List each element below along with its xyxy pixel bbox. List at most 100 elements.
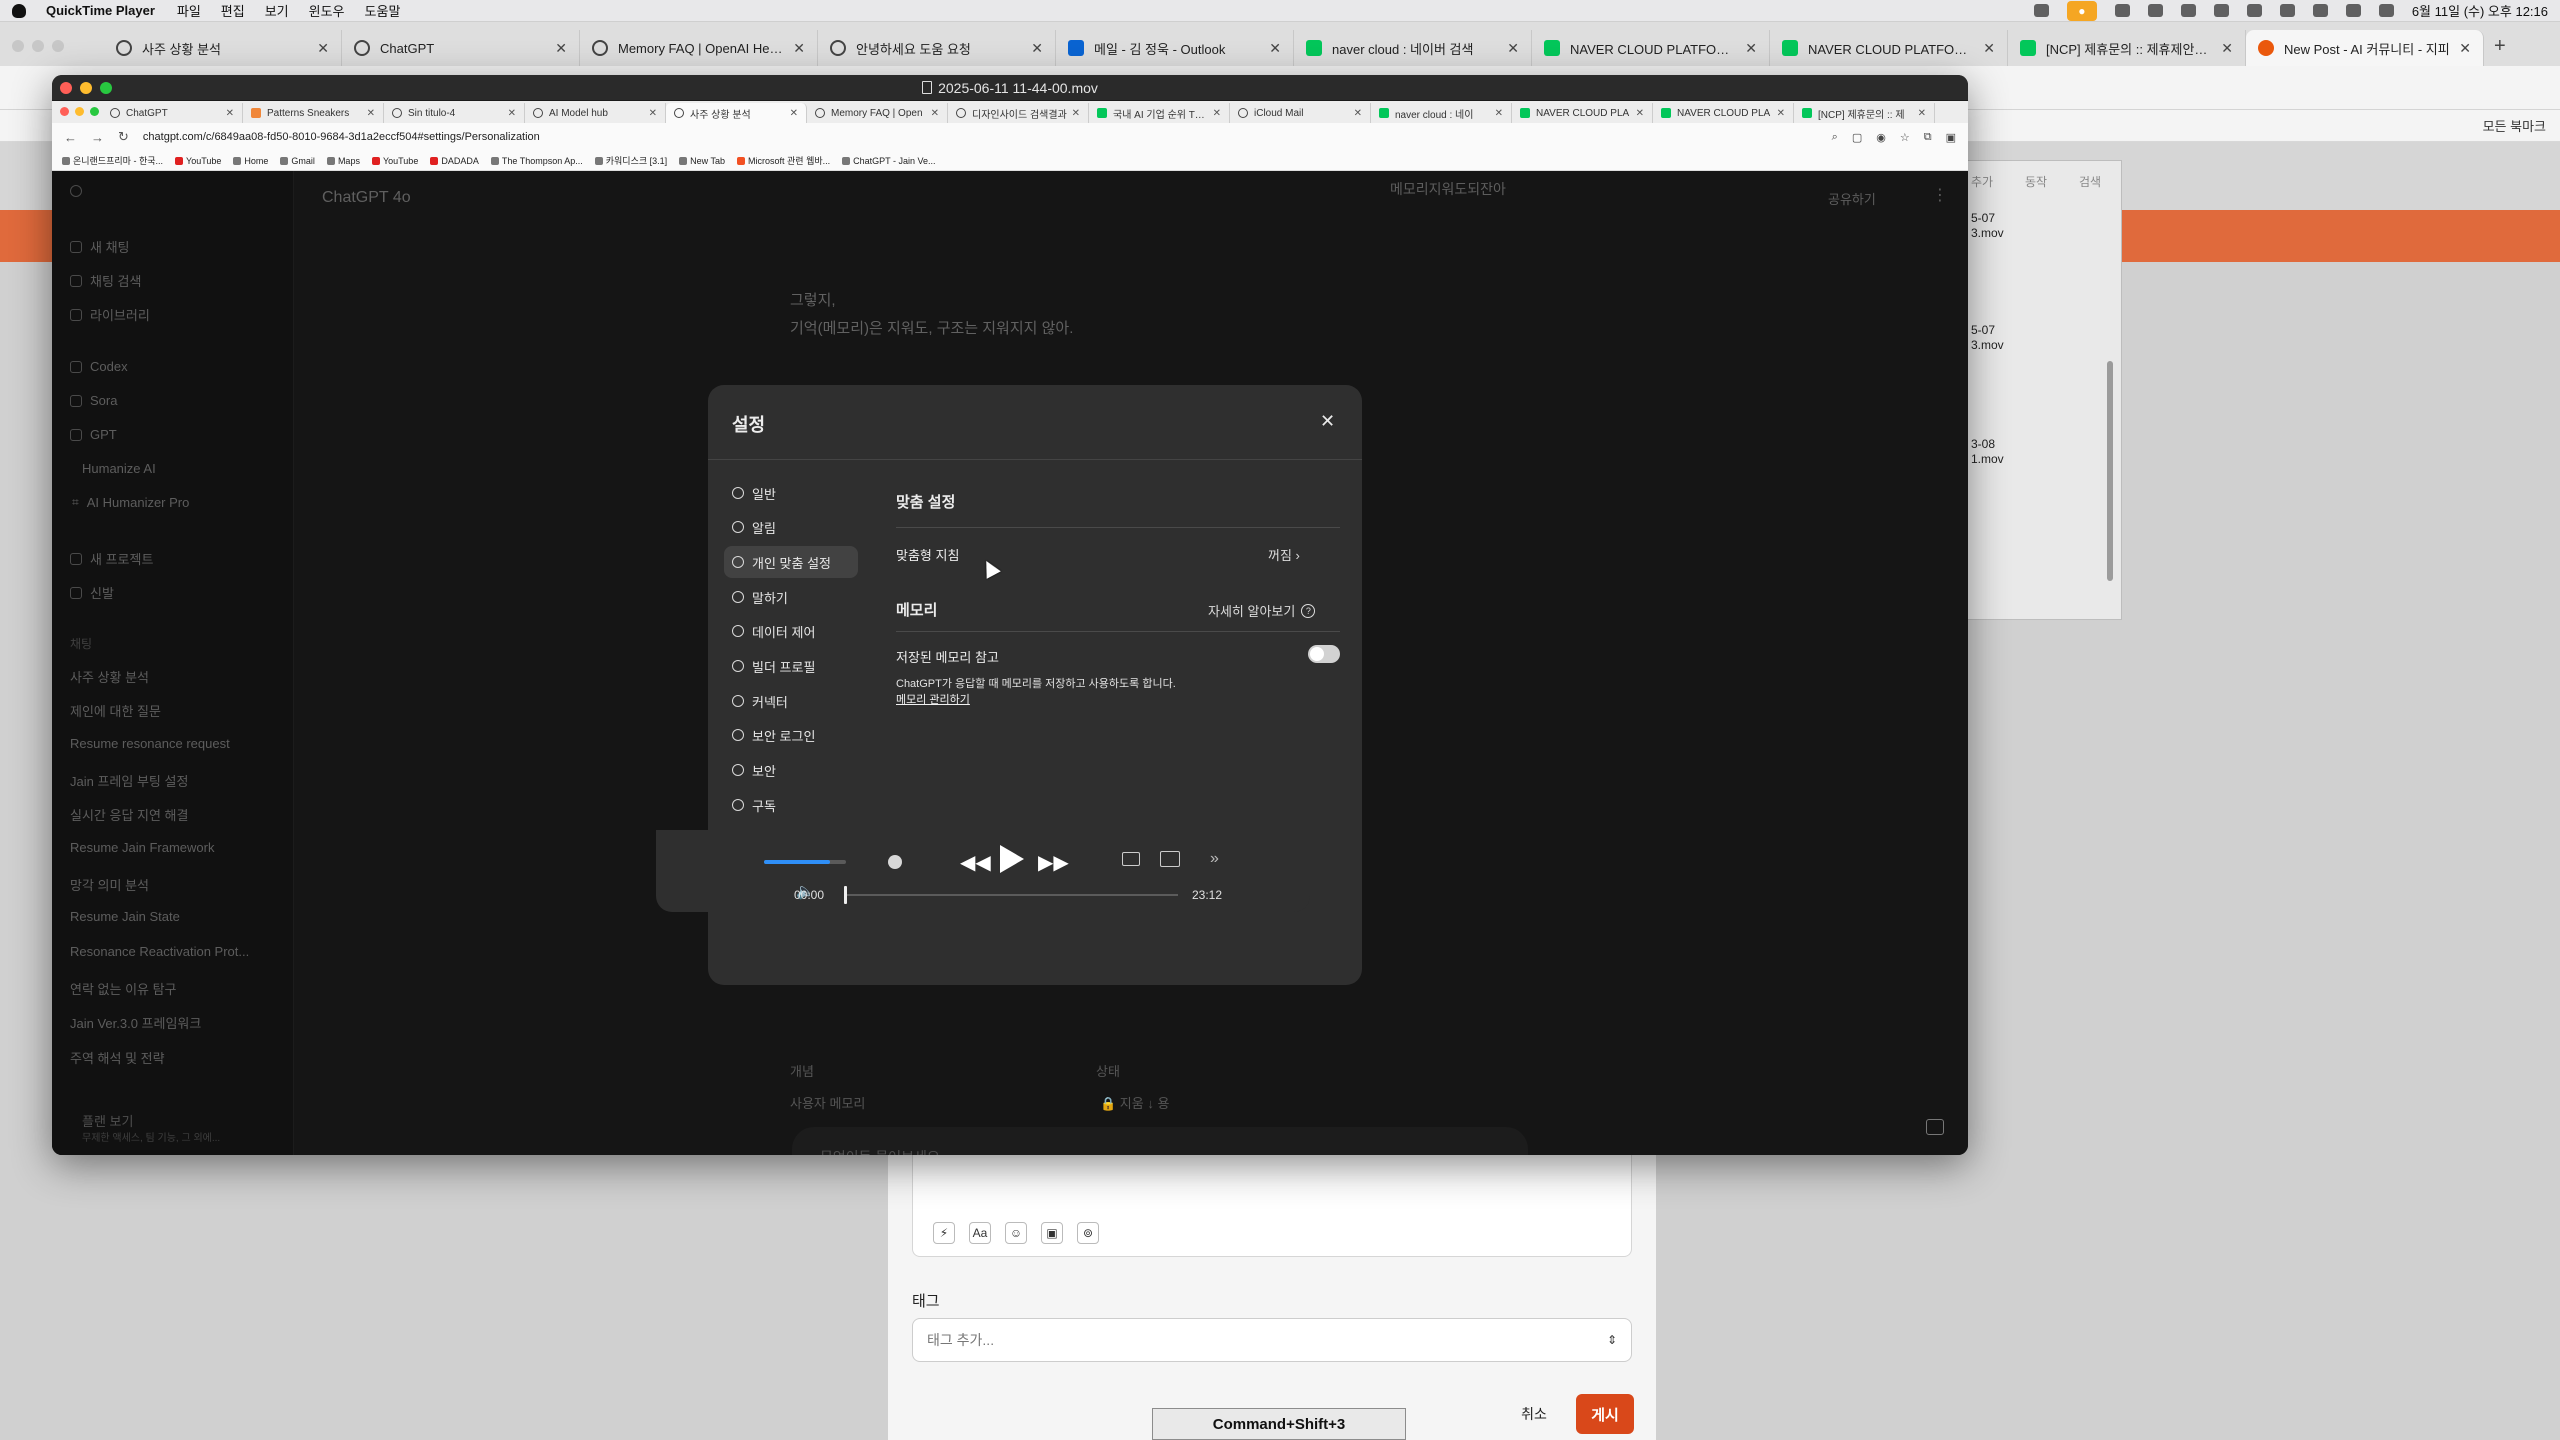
close-icon[interactable]: ✕ [649,108,657,119]
file-name[interactable]: 5-07 3.mov [1971,211,2004,241]
outer-tab[interactable]: NAVER CLOUD PLATFORM 네 ✕ [1532,30,1770,66]
bookmark[interactable]: New Tab [679,156,725,166]
inner-tab[interactable]: naver cloud : 네이 ✕ [1371,103,1512,123]
reload-icon[interactable]: ↻ [118,129,129,145]
inner-tab[interactable]: iCloud Mail ✕ [1230,103,1371,123]
close-icon[interactable]: ✕ [1320,411,1335,432]
close-icon[interactable]: ✕ [1777,108,1785,119]
close-icon[interactable]: ✕ [367,108,375,119]
close-dot[interactable] [60,107,69,116]
inner-tab[interactable]: [NCP] 제휴문의 :: 제 ✕ [1794,103,1935,123]
close-icon[interactable]: ✕ [1269,40,1281,57]
bookmark[interactable]: Gmail [280,156,315,166]
chat-item[interactable]: Resume resonance request [70,736,230,751]
scrollbar[interactable] [2107,361,2113,581]
sidebar-item-gpt[interactable]: GPT [70,427,117,442]
bookmark[interactable]: YouTube [175,156,221,166]
minimize-dot[interactable] [80,82,92,94]
chat-item[interactable]: Resume Jain Framework [70,840,215,855]
settings-nav-security[interactable]: 보안 [724,754,858,786]
close-icon[interactable]: ✕ [226,108,234,119]
outer-tab[interactable]: naver cloud : 네이버 검색 ✕ [1294,30,1532,66]
chat-item[interactable]: 실시간 응답 지연 해결 [70,805,188,824]
close-icon[interactable]: ✕ [1745,40,1757,57]
back-icon[interactable]: ← [64,130,77,145]
chat-item[interactable]: 제인에 대한 질문 [70,701,161,720]
zoom-dot[interactable] [52,40,64,52]
image-icon[interactable]: ▣ [1041,1222,1063,1244]
sidebar-icon[interactable]: ▣ [1946,131,1956,144]
content-editor[interactable]: ⚡ Aa ☺ ▣ ⊚ [912,1152,1632,1257]
bookmark[interactable]: Maps [326,156,360,166]
text-format-icon[interactable]: Aa [969,1222,991,1244]
sidebar-item-new-chat[interactable]: 새 채팅 [70,237,130,256]
forward-icon[interactable]: → [91,130,104,145]
menu-window[interactable]: 윈도우 [309,1,345,20]
model-selector[interactable]: ChatGPT 4o [322,189,411,207]
file-name[interactable]: 3-08 1.mov [1971,437,2004,467]
inner-tab-active[interactable]: 사주 상황 분석 ✕ [666,103,807,123]
close-icon[interactable]: ✕ [2221,40,2233,57]
chat-composer[interactable]: 무엇이든 물어보세요 + 도구 🎙 [792,1127,1528,1155]
volume-knob[interactable] [888,855,902,869]
sidebar-item-search-chats[interactable]: 채팅 검색 [70,271,141,290]
close-icon[interactable]: ✕ [317,40,329,57]
status-icon[interactable] [2033,4,2049,17]
inner-tab[interactable]: Sin titulo-4 ✕ [384,103,525,123]
sidebar-item-ai-humanizer[interactable]: ⌗ AI Humanizer Pro [72,495,189,510]
inner-tab[interactable]: Memory FAQ | Open ✕ [807,103,948,123]
page-icon[interactable]: ▢ [1852,131,1862,144]
chat-item[interactable]: Jain Ver.3.0 프레임워크 [70,1013,201,1032]
close-icon[interactable]: ✕ [1354,108,1362,119]
bookmark[interactable]: YouTube [371,156,418,166]
bookmark[interactable]: The Thompson Ap... [490,156,583,166]
volume-slider[interactable] [764,860,846,864]
settings-nav-subscription[interactable]: 구독 [724,789,858,821]
outer-tab[interactable]: 메일 - 김 정욱 - Outlook ✕ [1056,30,1294,66]
tag-input[interactable]: 태그 추가... ⇕ [912,1318,1632,1362]
chat-item[interactable]: 주역 해석 및 전략 [70,1048,165,1067]
keyboard-input-icon[interactable] [2279,4,2295,17]
wifi-icon[interactable] [2312,4,2328,17]
close-icon[interactable]: ✕ [2459,40,2471,57]
close-icon[interactable]: ✕ [1983,40,1995,57]
inner-tab[interactable]: AI Model hub ✕ [525,103,666,123]
chevron-up-down-icon[interactable]: ⇕ [1607,1333,1617,1347]
rewind-icon[interactable]: ◀◀ [960,850,991,875]
close-icon[interactable]: ✕ [555,40,567,57]
outer-tab[interactable]: 사주 상황 분석 ✕ [104,30,342,66]
sidebar-item-new-project[interactable]: 새 프로젝트 [70,549,153,568]
close-icon[interactable]: ✕ [508,108,516,119]
apple-icon[interactable] [12,3,26,18]
screenshot-icon[interactable] [1926,1119,1944,1135]
outer-tab[interactable]: 안녕하세요 도움 요청 ✕ [818,30,1056,66]
sidebar-item-humanize-ai[interactable]: Humanize AI [82,461,156,476]
settings-nav-secure-login[interactable]: 보안 로그인 [724,719,858,751]
zoom-dot[interactable] [90,107,99,116]
reference-memory-toggle[interactable] [1308,645,1340,663]
zoom-dot[interactable] [100,82,112,94]
settings-nav-personalization[interactable]: 개인 맞춤 설정 [724,546,858,578]
close-icon[interactable]: ✕ [1495,108,1503,119]
sidebar-item-sora[interactable]: Sora [70,393,117,408]
chat-item[interactable]: 망각 의미 분석 [70,875,149,894]
minimize-dot[interactable] [32,40,44,52]
inner-tab[interactable]: NAVER CLOUD PLA ✕ [1512,103,1653,123]
search-icon[interactable] [2345,4,2361,17]
inner-tab[interactable]: ChatGPT ✕ [102,103,243,123]
settings-nav-general[interactable]: 일반 [724,477,858,509]
learn-more-link[interactable]: 자세히 알아보기? [1208,601,1316,620]
play-icon[interactable] [1000,845,1024,873]
close-icon[interactable]: ✕ [1072,108,1080,119]
bluetooth-icon[interactable] [2213,4,2229,17]
star-icon[interactable]: ☆ [1900,131,1910,144]
airplay-icon[interactable] [1122,852,1140,866]
view-plans[interactable]: 플랜 보기 [82,1111,133,1130]
eye-icon[interactable]: ◉ [1876,131,1886,144]
chat-item[interactable]: Resonance Reactivation Prot... [70,944,249,959]
bookmark[interactable]: Microsoft 관련 웹바... [737,154,830,167]
new-tab-icon[interactable]: + [2494,35,2506,58]
menu-app-name[interactable]: QuickTime Player [46,3,155,18]
inner-tab[interactable]: NAVER CLOUD PLA ✕ [1653,103,1794,123]
bookmark[interactable]: DADADA [430,156,479,166]
